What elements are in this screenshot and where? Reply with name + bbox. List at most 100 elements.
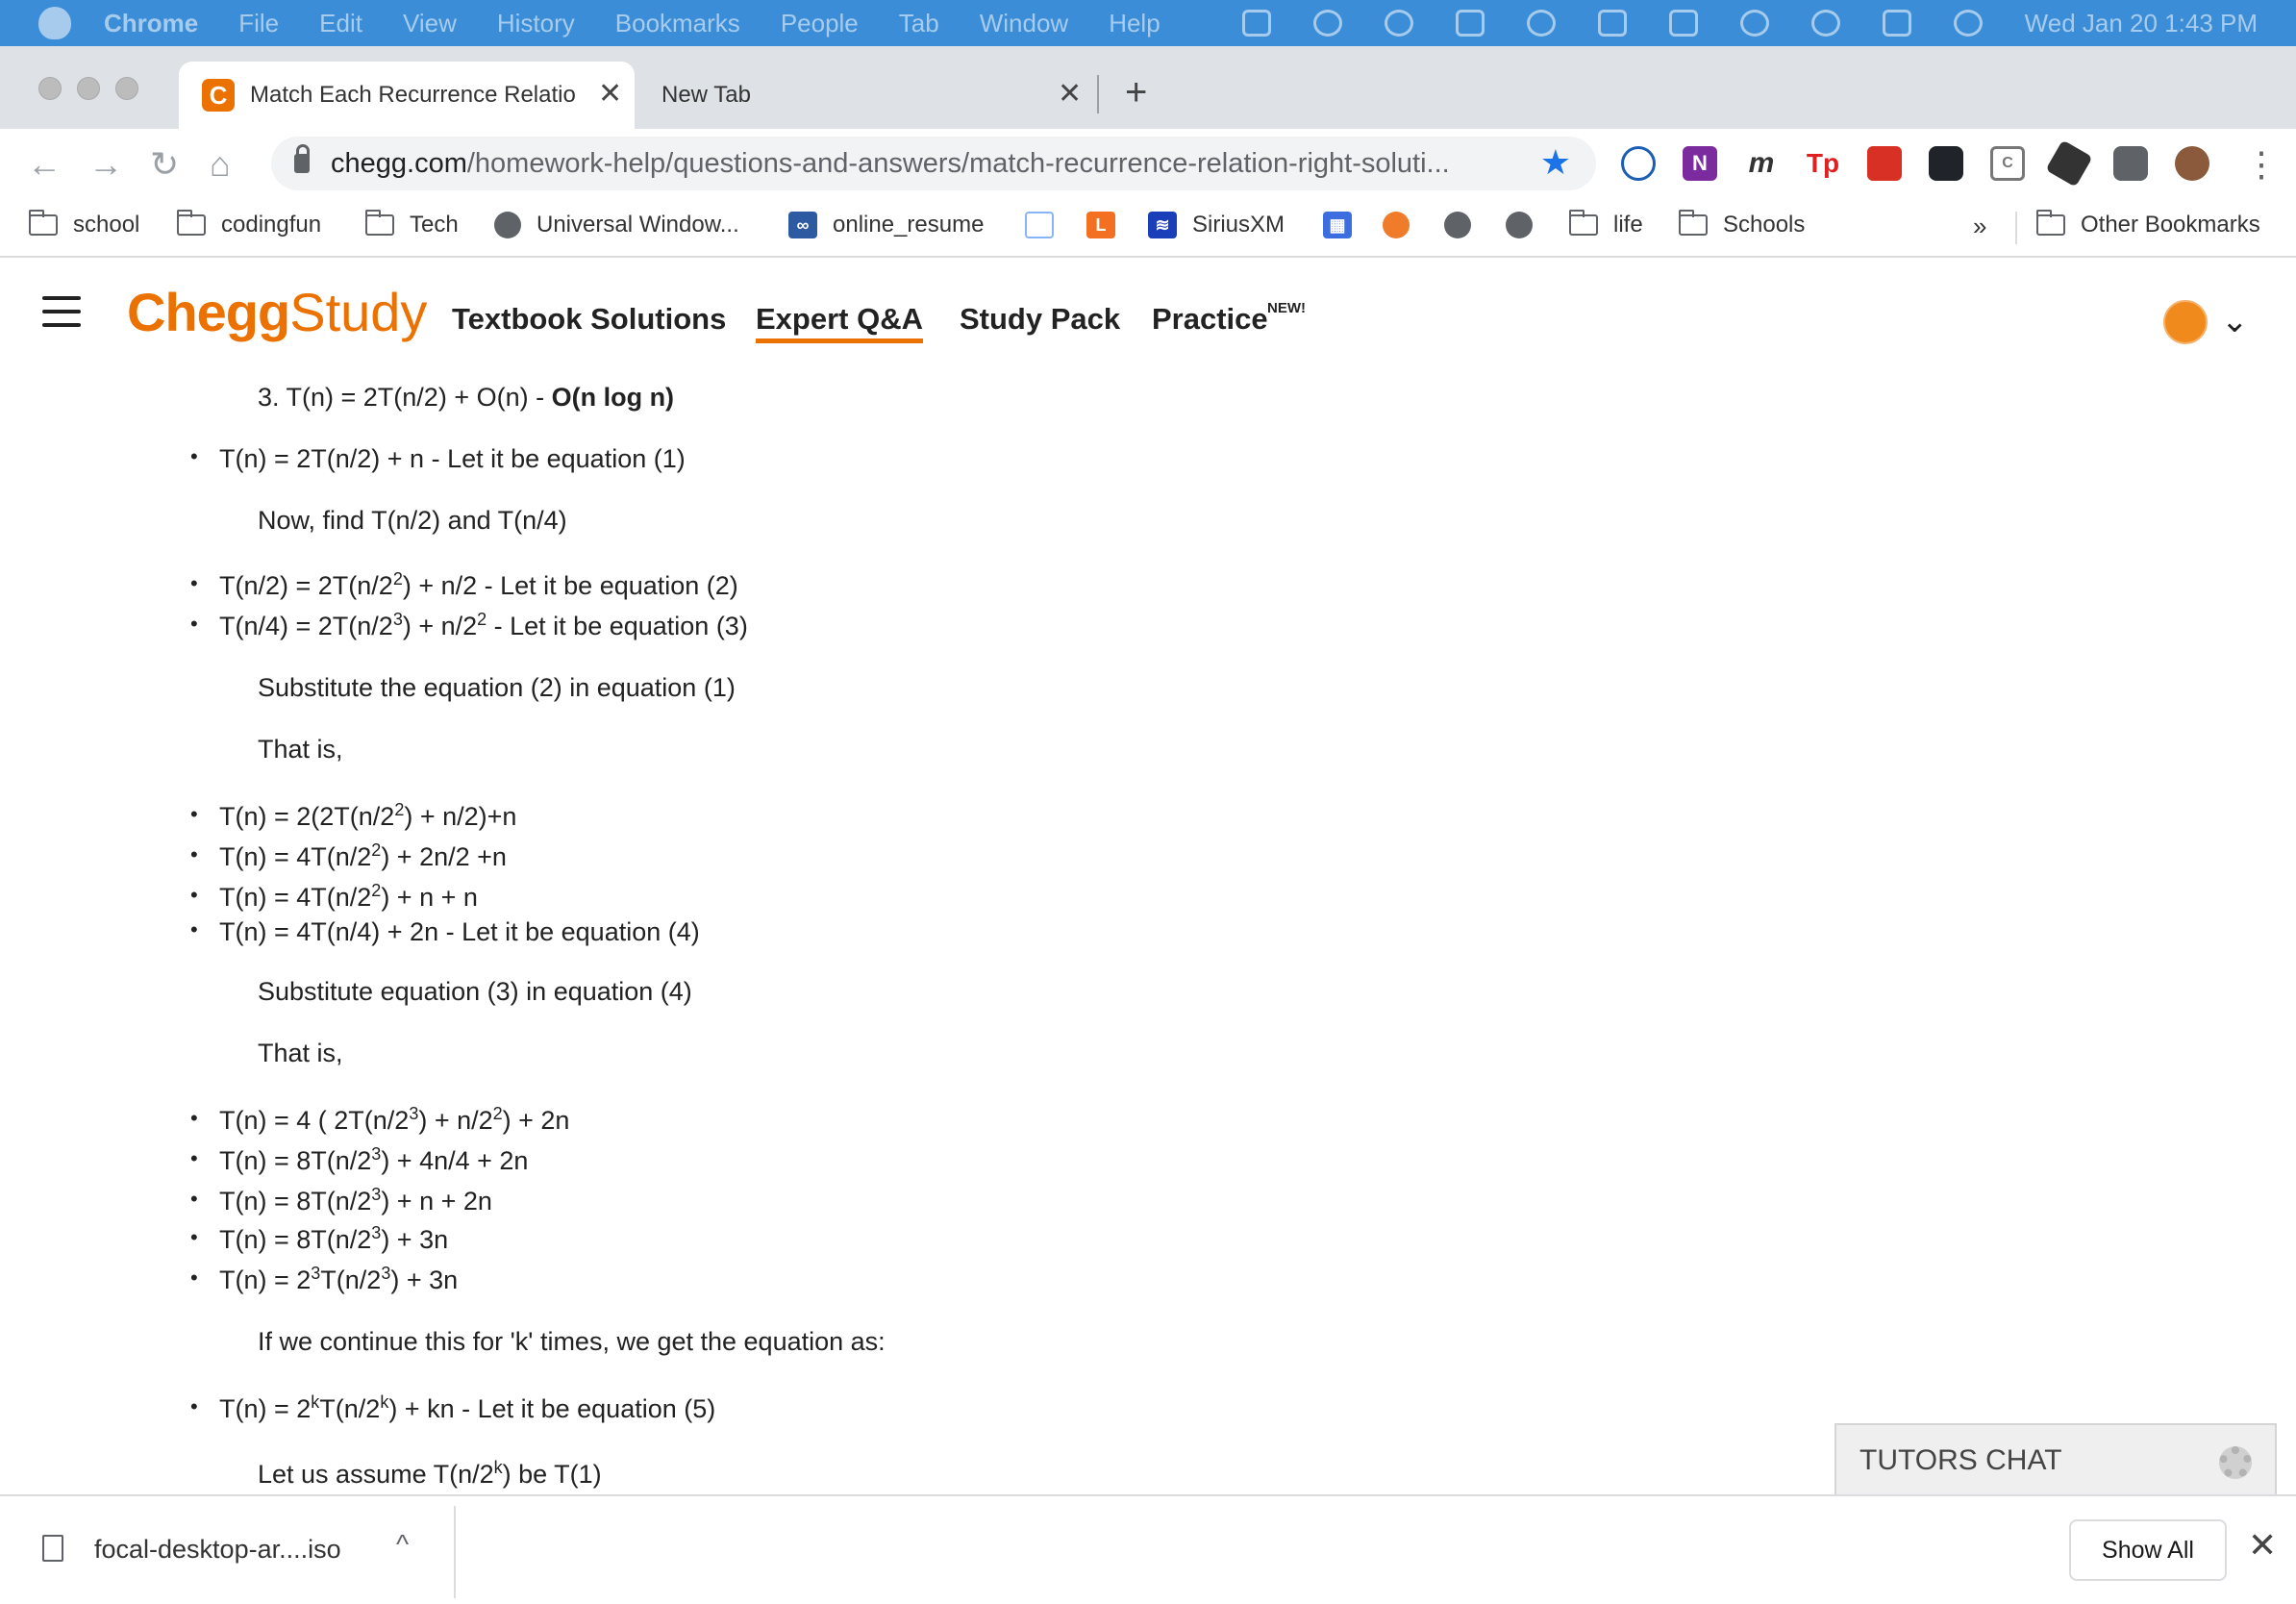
cloud-icon[interactable] [1384,10,1413,37]
back-icon[interactable]: ← [27,144,62,185]
menu-status-area: Wed Jan 20 1:43 PM [1200,0,2258,46]
bookmark-cloud[interactable] [1025,212,1069,238]
bookmark-school[interactable]: school [28,210,140,238]
bluetooth-icon[interactable] [1597,10,1627,37]
bookmark-label: online_resume [833,212,985,238]
lock-icon[interactable] [294,144,310,173]
answer-bullet: T(n) = 4 ( 2T(n/23) + n/22) + 2n [190,1105,569,1136]
menu-window[interactable]: Window [980,9,1068,38]
menu-app-name[interactable]: Chrome [104,9,198,38]
nav-study-pack[interactable]: Study Pack [960,302,1120,337]
address-bar[interactable]: chegg.com /homework-help/questions-and-a… [271,137,1596,190]
hamburger-menu-icon[interactable] [42,296,81,327]
answer-bullet: T(n/2) = 2T(n/22) + n/2 - Let it be equa… [190,570,738,601]
menu-history[interactable]: History [497,9,575,38]
menu-people[interactable]: People [781,9,859,38]
box-icon[interactable] [1241,10,1271,37]
bookmark-life[interactable]: life [1568,210,1643,238]
chevron-down-icon[interactable]: ⌄ [2221,302,2249,340]
react-devtools-icon[interactable] [1929,146,1963,181]
tab-chegg[interactable]: C Match Each Recurrence Relatio ✕ [179,62,635,129]
close-icon[interactable]: ✕ [2248,1525,2277,1566]
tab-close-icon[interactable]: ✕ [1058,77,1082,111]
download-divider [454,1506,456,1598]
answer-line: Let us assume T(n/2k) be T(1) [258,1458,602,1489]
tab-new-tab[interactable]: New Tab ✕ [635,62,1086,129]
download-filename[interactable]: focal-desktop-ar....iso [94,1535,341,1565]
zoom-window-button[interactable] [115,77,138,100]
onepassword-extension-icon[interactable] [1621,146,1656,181]
gear-icon[interactable] [2219,1446,2252,1479]
bookmark-orange-circle[interactable] [1383,212,1425,238]
minimize-window-button[interactable] [77,77,100,100]
tutors-chat-widget[interactable]: TUTORS CHAT [1834,1423,2277,1496]
color-extension-icon[interactable] [1867,146,1902,181]
nav-textbook-solutions[interactable]: Textbook Solutions [452,302,726,337]
onenote-extension-icon[interactable]: N [1683,146,1717,181]
close-window-button[interactable] [38,77,62,100]
tab-close-icon[interactable]: ✕ [598,77,622,111]
chegg-study-logo[interactable]: CheggStudy [127,281,427,343]
menu-edit[interactable]: Edit [319,9,362,38]
password-manager-icon[interactable] [1312,10,1342,37]
home-icon[interactable]: ⌂ [210,144,231,185]
folder-icon [28,210,58,236]
profile-avatar[interactable] [2175,146,2209,181]
bookmarks-overflow-button[interactable]: » [1973,212,1986,241]
nav-expert-qa[interactable]: Expert Q&A [756,302,923,343]
answer-line: If we continue this for 'k' times, we ge… [258,1327,886,1356]
bookmark-globe-1[interactable] [1444,212,1486,238]
show-all-button[interactable]: Show All [2069,1519,2227,1581]
nav-practice[interactable]: Practice [1152,302,1268,337]
clipboard-extension-icon[interactable]: C [1990,146,2025,181]
m-extension-icon[interactable]: m [1744,146,1779,181]
siri-icon[interactable] [1953,10,1983,37]
reload-icon[interactable]: ↻ [150,144,179,185]
bookmark-label: codingfun [221,212,322,238]
bookmark-schools[interactable]: Schools [1678,210,1805,238]
menu-tab[interactable]: Tab [899,9,939,38]
browser-toolbar: ← → ↻ ⌂ chegg.com /homework-help/questio… [0,129,2296,198]
globe-icon [1444,212,1471,238]
cube-extension-icon[interactable] [2045,139,2093,188]
bookmark-apps-grid[interactable]: ▦ [1323,212,1367,238]
chrome-menu-icon[interactable]: ⋮ [2244,144,2279,185]
bookmark-star-icon[interactable]: ★ [1540,142,1571,183]
tp-extension-icon[interactable]: Tp [1806,146,1840,181]
bookmark-codingfun[interactable]: codingfun [176,210,322,238]
answer-bullet: T(n/4) = 2T(n/23) + n/22 - Let it be equ… [190,611,748,641]
bookmark-other-bookmarks[interactable]: Other Bookmarks [2035,210,2260,238]
bookmark-orange-link[interactable]: L [1086,212,1131,238]
new-tab-button[interactable]: + [1125,71,1147,114]
bookmark-label: school [73,212,140,238]
new-badge: NEW! [1267,300,1306,316]
menu-view[interactable]: View [403,9,457,38]
bookmark-siriusxm[interactable]: ≋ SiriusXM [1148,212,1285,238]
forward-icon[interactable]: → [88,144,123,185]
tab-separator [1097,75,1099,113]
battery-icon[interactable] [1668,10,1698,37]
wifi-icon[interactable] [1739,10,1769,37]
time-machine-icon[interactable] [1526,10,1556,37]
user-avatar[interactable] [2163,300,2208,344]
menu-bookmarks[interactable]: Bookmarks [615,9,740,38]
extensions-puzzle-icon[interactable] [2113,146,2148,181]
bookmark-online-resume[interactable]: ∞ online_resume [788,212,984,238]
bookmark-universal-window[interactable]: Universal Window... [494,212,739,238]
chevron-up-icon[interactable]: ^ [396,1529,409,1560]
logo-study: Study [289,282,428,342]
chegg-favicon-icon: C [202,79,235,112]
url-host: chegg.com [331,147,467,179]
tab-title: New Tab [661,82,751,108]
infinity-icon: ∞ [788,212,817,238]
apple-icon[interactable] [38,7,71,39]
menu-help[interactable]: Help [1109,9,1160,38]
control-center-icon[interactable] [1882,10,1911,37]
menu-file[interactable]: File [238,9,279,38]
bookmark-tech[interactable]: Tech [364,210,459,238]
spotlight-search-icon[interactable] [1810,10,1840,37]
window-grid-icon[interactable] [1455,10,1485,37]
siriusxm-icon: ≋ [1148,212,1177,238]
menu-clock[interactable]: Wed Jan 20 1:43 PM [2025,9,2258,38]
bookmark-globe-2[interactable] [1506,212,1548,238]
